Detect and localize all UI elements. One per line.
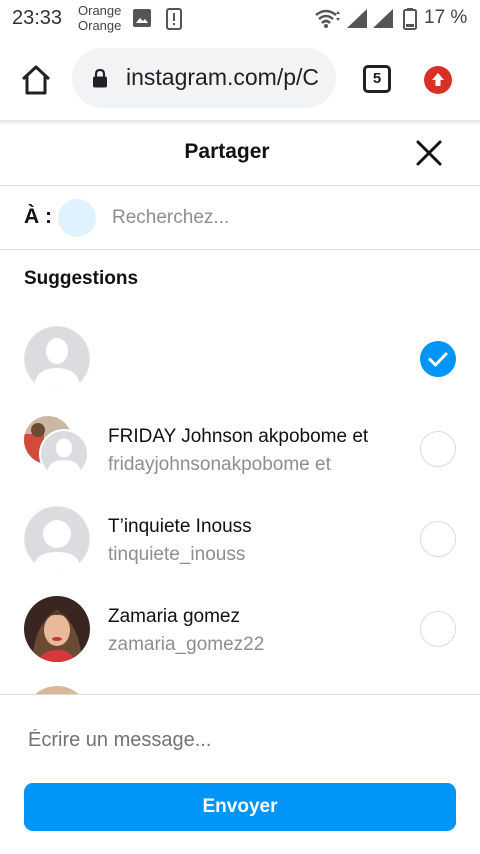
list-item[interactable]: T’inquiete Inouss tinquiete_inouss (0, 494, 480, 584)
status-bar: 23:33 Orange Orange 17 % (0, 0, 480, 36)
photo-avatar (24, 686, 90, 694)
close-icon[interactable] (414, 138, 444, 168)
message-input[interactable] (28, 720, 448, 760)
address-bar[interactable]: instagram.com/p/C (72, 48, 336, 108)
to-label: À : (24, 205, 52, 228)
alert-icon (166, 8, 182, 30)
browser-toolbar: instagram.com/p/C 5 (0, 36, 480, 120)
select-radio[interactable] (420, 431, 456, 467)
select-radio[interactable] (420, 341, 456, 377)
update-icon[interactable] (424, 66, 452, 94)
carrier-label: Orange Orange (78, 3, 122, 33)
recipient-row: À : (0, 186, 480, 250)
tabs-button[interactable]: 5 (363, 65, 391, 93)
clock: 23:33 (12, 7, 63, 29)
signal-icon (373, 9, 393, 28)
recipient-search-input[interactable] (112, 201, 452, 235)
contact-username: zamaria_gomez22 (108, 634, 265, 655)
contact-username: tinquiete_inouss (108, 544, 246, 565)
share-dialog: Partager À : Suggestions (0, 120, 480, 854)
default-avatar (24, 506, 90, 572)
suggestions-heading: Suggestions (24, 268, 139, 289)
contact-name: Zamaria gomez (108, 606, 240, 627)
send-button[interactable]: Envoyer (24, 783, 456, 831)
dialog-title: Partager (184, 140, 270, 163)
select-radio[interactable] (420, 611, 456, 647)
home-icon[interactable] (18, 62, 54, 98)
lock-icon (93, 68, 107, 88)
checkmark-icon (428, 352, 447, 366)
tab-count: 5 (372, 70, 382, 87)
group-avatar (24, 416, 94, 482)
default-avatar (24, 326, 90, 392)
contact-username: fridayjohnsonakpobome et (108, 454, 331, 475)
wifi-icon (315, 9, 340, 28)
photo-avatar (24, 596, 90, 662)
dialog-header: Partager (0, 120, 480, 186)
divider (0, 694, 480, 695)
battery-icon (403, 8, 417, 30)
selected-recipient-chip[interactable] (58, 199, 96, 237)
image-icon (133, 9, 151, 27)
signal-icon (347, 9, 367, 28)
contact-name: T’inquiete Inouss (108, 516, 252, 537)
battery-level: 17 % (424, 7, 468, 28)
list-item[interactable] (0, 674, 480, 694)
select-radio[interactable] (420, 521, 456, 557)
list-item[interactable]: Zamaria gomez zamaria_gomez22 (0, 584, 480, 674)
list-item[interactable]: FRIDAY Johnson akpobome et fridayjohnson… (0, 404, 480, 494)
contact-name: FRIDAY Johnson akpobome et (108, 426, 369, 447)
suggestions-list: FRIDAY Johnson akpobome et fridayjohnson… (0, 314, 480, 694)
dialog-shadow (0, 120, 480, 126)
url-text: instagram.com/p/C (126, 64, 320, 90)
list-item[interactable] (0, 314, 480, 404)
